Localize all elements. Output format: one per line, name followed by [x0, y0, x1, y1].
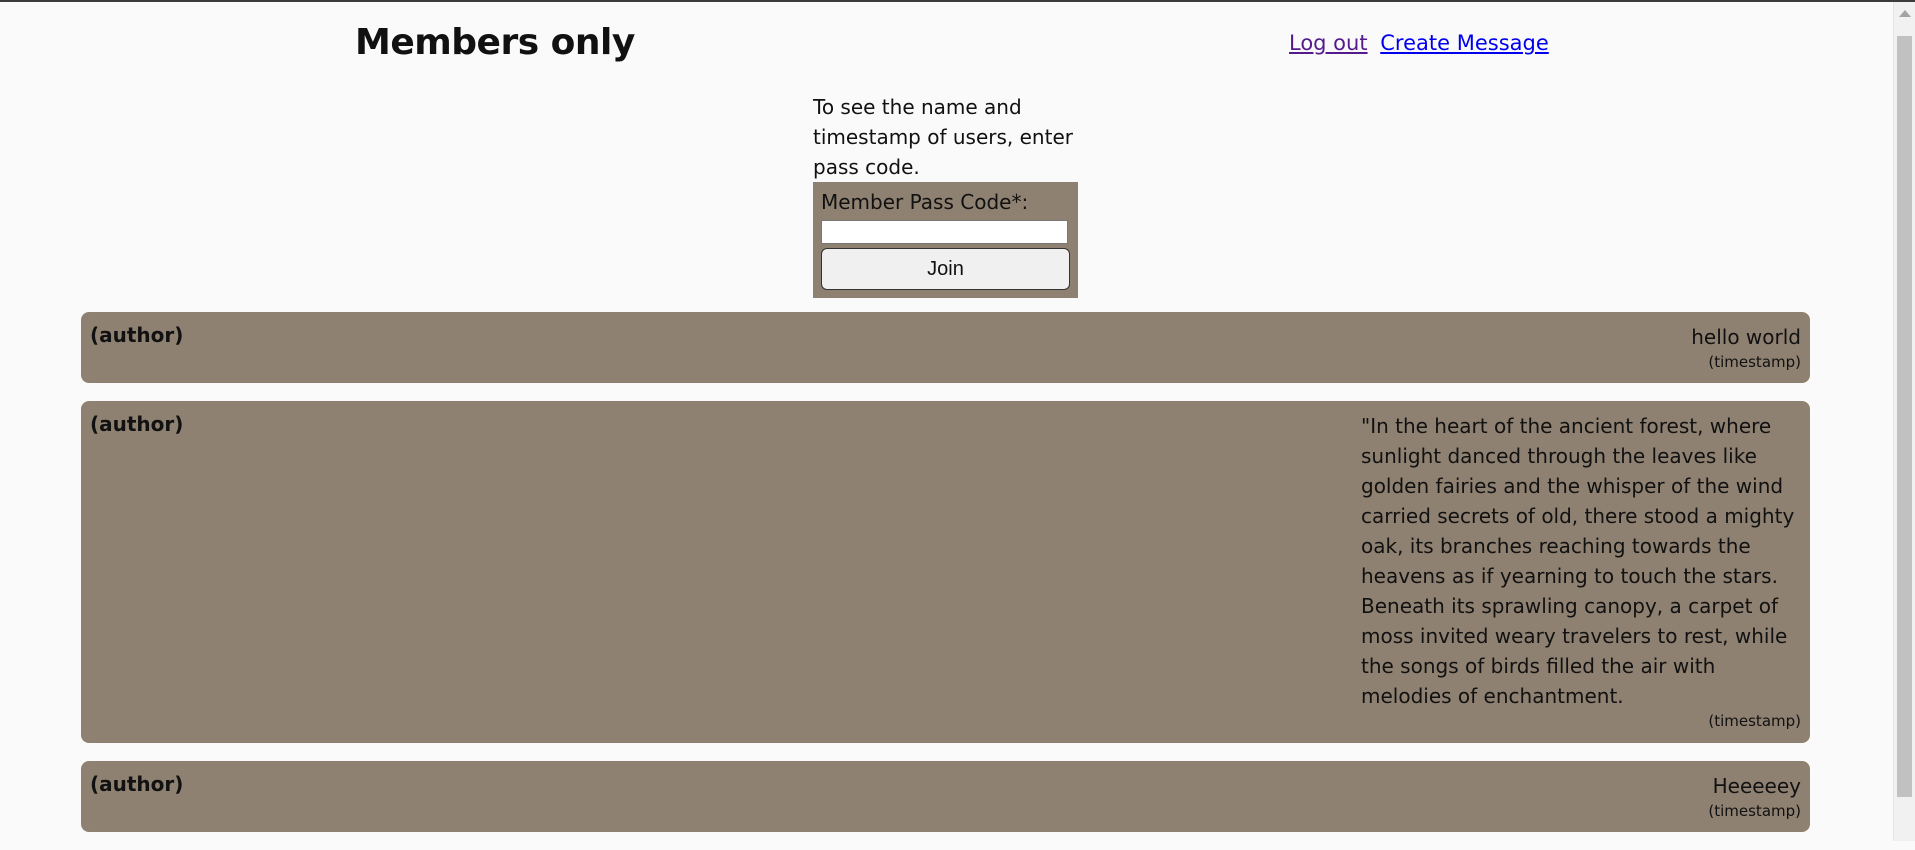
message-author: (author) [90, 412, 184, 436]
message-card: (author) "In the heart of the ancient fo… [81, 401, 1810, 743]
create-message-link[interactable]: Create Message [1380, 31, 1549, 55]
passcode-form: Member Pass Code*: Join [813, 182, 1078, 298]
message-text: Heeeeey [1712, 774, 1801, 798]
message-body: hello world (timestamp) [1691, 322, 1801, 372]
passcode-label: Member Pass Code*: [821, 190, 1029, 214]
message-card: (author) Heeeeey (timestamp) [81, 761, 1810, 832]
passcode-intro: To see the name and timestamp of users, … [813, 95, 1073, 179]
message-author: (author) [90, 323, 184, 347]
message-author: (author) [90, 772, 184, 796]
top-nav: Log out Create Message [1289, 31, 1555, 55]
passcode-section: To see the name and timestamp of users, … [813, 92, 1078, 298]
message-timestamp: (timestamp) [1708, 353, 1801, 371]
message-list: (author) hello world (timestamp) (author… [81, 312, 1810, 850]
message-card: (author) hello world (timestamp) [81, 312, 1810, 383]
page-title: Members only [355, 22, 635, 63]
passcode-input[interactable] [821, 220, 1068, 244]
scrollbar-thumb[interactable] [1897, 36, 1912, 797]
message-timestamp: (timestamp) [1708, 712, 1801, 730]
message-body: Heeeeey (timestamp) [1708, 771, 1801, 821]
vertical-scrollbar[interactable] [1893, 2, 1915, 841]
message-body: "In the heart of the ancient forest, whe… [1361, 411, 1801, 731]
logout-link[interactable]: Log out [1289, 31, 1368, 55]
message-timestamp: (timestamp) [1708, 802, 1801, 820]
scroll-up-arrow-icon[interactable] [1899, 10, 1911, 17]
message-text: "In the heart of the ancient forest, whe… [1361, 414, 1795, 708]
message-text: hello world [1691, 325, 1801, 349]
page: Members only Log out Create Message To s… [0, 0, 1893, 841]
join-button[interactable]: Join [821, 248, 1070, 290]
